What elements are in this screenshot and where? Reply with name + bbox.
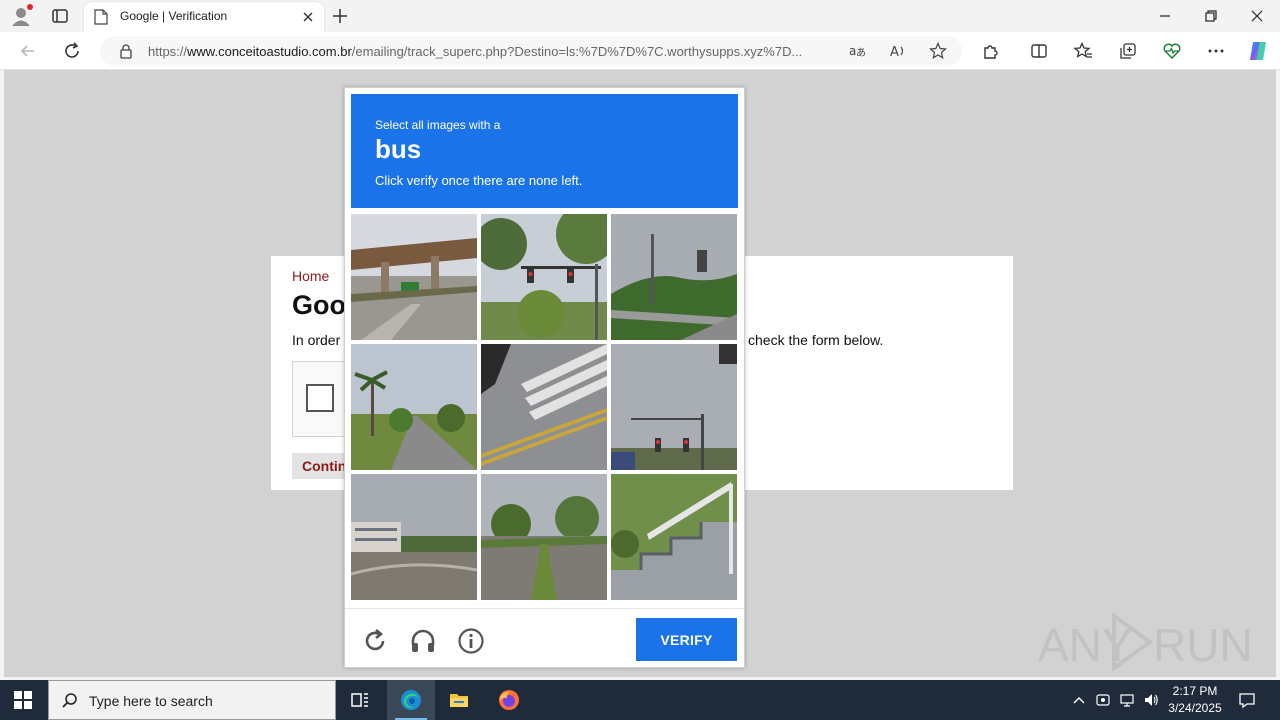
- more-icon[interactable]: [1206, 41, 1226, 61]
- url-host: www.conceitoastudio.com.br: [187, 44, 352, 59]
- file-explorer-icon[interactable]: [435, 680, 483, 720]
- meet-now-icon[interactable]: [1095, 692, 1111, 708]
- plus-icon[interactable]: [330, 6, 350, 26]
- captcha-tile-9[interactable]: [611, 474, 737, 600]
- captcha-image-grid: [351, 214, 738, 601]
- captcha-subinstruction: Click verify once there are none left.: [375, 173, 583, 188]
- collections-icon[interactable]: [1118, 41, 1138, 61]
- heart-pulse-icon[interactable]: [1162, 41, 1182, 61]
- watermark-text-right: RUN: [1153, 619, 1253, 671]
- captcha-tile-1[interactable]: [351, 214, 477, 340]
- star-icon[interactable]: [929, 42, 947, 60]
- clock-time: 2:17 PM: [1172, 684, 1218, 698]
- address-bar[interactable]: https://www.conceitoastudio.com.br/email…: [100, 36, 962, 66]
- captcha-footer: VERIFY: [345, 608, 744, 668]
- notifications-icon[interactable]: [1238, 691, 1256, 709]
- tab-actions-icon[interactable]: [50, 6, 70, 26]
- refresh-icon[interactable]: [62, 41, 82, 61]
- windows-start-icon[interactable]: [14, 691, 32, 709]
- edge-icon[interactable]: [387, 680, 435, 720]
- network-icon[interactable]: [1119, 692, 1135, 708]
- copilot-icon[interactable]: [1246, 39, 1270, 63]
- split-screen-icon[interactable]: [1029, 41, 1049, 61]
- notification-dot: [27, 4, 33, 10]
- minimize-icon[interactable]: [1155, 6, 1175, 26]
- chevron-up-icon[interactable]: [1071, 692, 1087, 708]
- lock-icon[interactable]: [118, 43, 134, 59]
- headphones-icon[interactable]: [409, 627, 437, 655]
- url-prefix: https://: [148, 44, 188, 59]
- volume-icon[interactable]: [1143, 692, 1159, 708]
- system-clock[interactable]: 2:17 PM 3/24/2025: [1160, 683, 1230, 717]
- captcha-tile-2[interactable]: [481, 214, 607, 340]
- translate-icon[interactable]: aあ: [848, 42, 866, 60]
- anyrun-watermark: ANY RUN: [1038, 612, 1253, 672]
- favorites-icon[interactable]: [1073, 41, 1093, 61]
- home-link[interactable]: Home: [292, 268, 329, 284]
- page-title: Goo: [292, 290, 346, 320]
- captcha-challenge: Select all images with a bus Click verif…: [344, 87, 745, 668]
- captcha-tile-6[interactable]: [611, 344, 737, 470]
- captcha-instruction: Select all images with a: [375, 118, 501, 132]
- svg-text:A: A: [890, 45, 899, 60]
- windows-taskbar: Type here to search 2:17 PM 3/24/2025: [0, 680, 1280, 720]
- page-icon: [94, 9, 108, 25]
- clock-date: 3/24/2025: [1168, 701, 1222, 715]
- info-icon[interactable]: [457, 627, 485, 655]
- task-view-icon[interactable]: [336, 680, 384, 720]
- captcha-target-object: bus: [375, 134, 422, 164]
- browser-toolbar: https://www.conceitoastudio.com.br/email…: [0, 32, 1280, 70]
- url-path: /emailing/track_superc.php?Destino=ls:%7…: [351, 44, 803, 59]
- tab-strip: Google | Verification: [0, 0, 1280, 32]
- firefox-icon[interactable]: [485, 680, 533, 720]
- verify-button[interactable]: VERIFY: [636, 618, 737, 661]
- url-text[interactable]: https://www.conceitoastudio.com.br/email…: [148, 44, 838, 59]
- captcha-header: Select all images with a bus Click verif…: [351, 94, 738, 208]
- captcha-tile-4[interactable]: [351, 344, 477, 470]
- read-aloud-icon[interactable]: A: [889, 42, 907, 60]
- captcha-tile-7[interactable]: [351, 474, 477, 600]
- tab-title: Google | Verification: [120, 9, 228, 23]
- refresh-icon[interactable]: [361, 627, 389, 655]
- captcha-tile-3[interactable]: [611, 214, 737, 340]
- robot-checkbox[interactable]: [306, 384, 334, 412]
- taskbar-search[interactable]: Type here to search: [48, 680, 336, 720]
- close-icon[interactable]: [300, 9, 316, 25]
- instruction-text-start: In order: [292, 332, 341, 348]
- restore-icon[interactable]: [1201, 6, 1221, 26]
- tab-google-verification[interactable]: Google | Verification: [84, 2, 324, 32]
- play-logo-icon: [1110, 612, 1154, 677]
- puzzle-icon[interactable]: [981, 41, 1001, 61]
- captcha-tile-8[interactable]: [481, 474, 607, 600]
- search-placeholder: Type here to search: [89, 693, 213, 709]
- window-close-icon[interactable]: [1247, 6, 1267, 26]
- svg-text:あ: あ: [856, 47, 866, 59]
- profile-icon[interactable]: [10, 4, 33, 27]
- captcha-tile-5[interactable]: [481, 344, 607, 470]
- back-arrow-icon[interactable]: [18, 41, 38, 61]
- search-icon: [61, 692, 79, 710]
- instruction-text-end: check the form below.: [748, 332, 884, 348]
